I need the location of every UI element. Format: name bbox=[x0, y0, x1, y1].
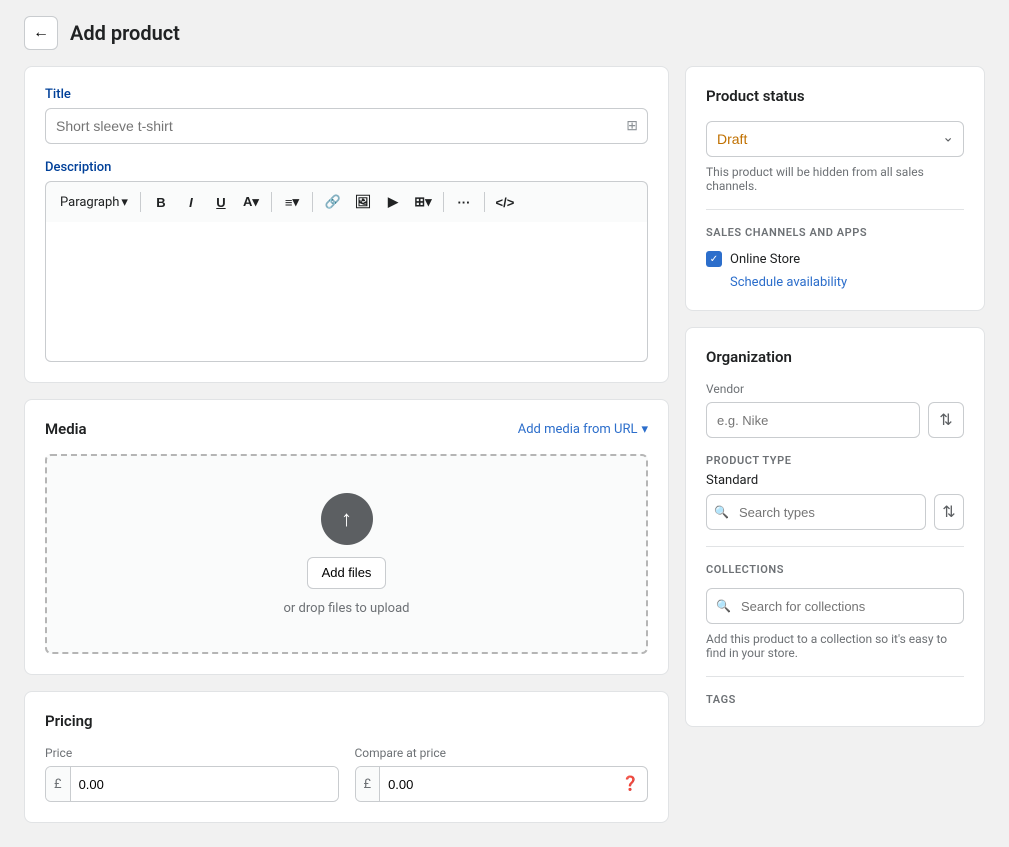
collections-field: COLLECTIONS Add this product to a collec… bbox=[706, 563, 964, 660]
online-store-label: Online Store bbox=[730, 252, 800, 267]
description-body[interactable] bbox=[45, 222, 648, 362]
page-header: ← Add product bbox=[0, 0, 1009, 66]
vendor-input[interactable] bbox=[706, 402, 920, 438]
vendor-label: Vendor bbox=[706, 382, 964, 396]
vendor-arrow-button[interactable]: ⇅ bbox=[928, 402, 964, 438]
price-input[interactable] bbox=[71, 767, 338, 801]
align-button[interactable]: ≡▾ bbox=[278, 188, 306, 216]
product-status-card: Product status Draft Active This product… bbox=[685, 66, 985, 311]
status-select-wrap: Draft Active bbox=[706, 121, 964, 157]
compare-label: Compare at price bbox=[355, 746, 649, 760]
back-button[interactable]: ← bbox=[24, 16, 58, 50]
vendor-row: ⇅ bbox=[706, 402, 964, 438]
online-store-checkbox[interactable]: ✓ bbox=[706, 251, 722, 267]
title-icon: ⊞ bbox=[626, 118, 638, 134]
search-types-input[interactable] bbox=[706, 494, 926, 530]
compare-help-icon: ❓ bbox=[614, 776, 647, 792]
description-label: Description bbox=[45, 160, 648, 175]
bold-button[interactable]: B bbox=[147, 188, 175, 216]
image-button[interactable]: 🖼 bbox=[349, 188, 377, 216]
search-types-wrap: ⇅ bbox=[706, 494, 964, 530]
price-field: Price £ bbox=[45, 746, 339, 802]
toolbar-divider-3 bbox=[312, 192, 313, 212]
status-select[interactable]: Draft Active bbox=[706, 121, 964, 157]
sales-channels-label: SALES CHANNELS AND APPS bbox=[706, 226, 964, 239]
tags-label: TAGS bbox=[706, 693, 964, 706]
collections-hint: Add this product to a collection so it's… bbox=[706, 632, 964, 660]
search-types-arrow-button[interactable]: ⇅ bbox=[934, 494, 964, 530]
pricing-title: Pricing bbox=[45, 712, 648, 730]
description-toolbar: Paragraph ▾ B I U A▾ ≡▾ 🔗 🖼 ▶ ⊞▾ bbox=[45, 181, 648, 222]
online-store-channel: ✓ Online Store bbox=[706, 251, 964, 267]
compare-input[interactable] bbox=[380, 767, 614, 801]
product-type-field: PRODUCT TYPE Standard ⇅ bbox=[706, 454, 964, 530]
media-card: Media Add media from URL ▾ ↑ Add files o… bbox=[24, 399, 669, 675]
organization-title: Organization bbox=[706, 348, 964, 366]
collections-label: COLLECTIONS bbox=[706, 563, 964, 576]
italic-button[interactable]: I bbox=[177, 188, 205, 216]
table-button[interactable]: ⊞▾ bbox=[409, 188, 437, 216]
color-button[interactable]: A▾ bbox=[237, 188, 265, 216]
vendor-field: Vendor ⇅ bbox=[706, 382, 964, 438]
title-description-card: Title ⊞ Description Paragraph ▾ B I U A▾ bbox=[24, 66, 669, 383]
code-button[interactable]: </> bbox=[491, 188, 519, 216]
title-input-wrap: ⊞ bbox=[45, 108, 648, 144]
title-label: Title bbox=[45, 87, 648, 102]
upload-icon: ↑ bbox=[321, 493, 373, 545]
search-types-search-wrap bbox=[706, 494, 926, 530]
more-button[interactable]: ··· bbox=[450, 188, 478, 216]
product-status-title: Product status bbox=[706, 87, 964, 105]
collections-search-wrap bbox=[706, 588, 964, 624]
status-hint: This product will be hidden from all sal… bbox=[706, 165, 964, 193]
pricing-card: Pricing Price £ Compare at price £ ❓ bbox=[24, 691, 669, 823]
add-media-url-link[interactable]: Add media from URL ▾ bbox=[518, 422, 648, 437]
link-button[interactable]: 🔗 bbox=[319, 188, 347, 216]
toolbar-divider-4 bbox=[443, 192, 444, 212]
compare-input-wrap: £ ❓ bbox=[355, 766, 649, 802]
price-currency: £ bbox=[46, 767, 71, 801]
product-type-label: PRODUCT TYPE bbox=[706, 454, 964, 467]
standard-label: Standard bbox=[706, 473, 964, 488]
price-row: Price £ Compare at price £ ❓ bbox=[45, 746, 648, 802]
compare-currency: £ bbox=[356, 767, 381, 801]
organization-card: Organization Vendor ⇅ PRODUCT TYPE Stand… bbox=[685, 327, 985, 727]
toolbar-divider-2 bbox=[271, 192, 272, 212]
price-label: Price bbox=[45, 746, 339, 760]
video-button[interactable]: ▶ bbox=[379, 188, 407, 216]
add-files-button[interactable]: Add files bbox=[307, 557, 387, 589]
main-layout: Title ⊞ Description Paragraph ▾ B I U A▾ bbox=[0, 66, 1009, 847]
media-header: Media Add media from URL ▾ bbox=[45, 420, 648, 438]
toolbar-divider-1 bbox=[140, 192, 141, 212]
right-column: Product status Draft Active This product… bbox=[685, 66, 985, 727]
drop-zone[interactable]: ↑ Add files or drop files to upload bbox=[45, 454, 648, 654]
schedule-availability-link[interactable]: Schedule availability bbox=[730, 275, 964, 290]
price-input-wrap: £ bbox=[45, 766, 339, 802]
paragraph-select[interactable]: Paragraph ▾ bbox=[54, 188, 134, 216]
underline-button[interactable]: U bbox=[207, 188, 235, 216]
page-title: Add product bbox=[70, 21, 180, 45]
divider-2 bbox=[706, 546, 964, 547]
left-column: Title ⊞ Description Paragraph ▾ B I U A▾ bbox=[24, 66, 669, 823]
collections-input[interactable] bbox=[706, 588, 964, 624]
drop-hint: or drop files to upload bbox=[284, 601, 410, 616]
media-title: Media bbox=[45, 420, 87, 438]
toolbar-divider-5 bbox=[484, 192, 485, 212]
title-input[interactable] bbox=[45, 108, 648, 144]
divider-3 bbox=[706, 676, 964, 677]
compare-price-field: Compare at price £ ❓ bbox=[355, 746, 649, 802]
divider-1 bbox=[706, 209, 964, 210]
